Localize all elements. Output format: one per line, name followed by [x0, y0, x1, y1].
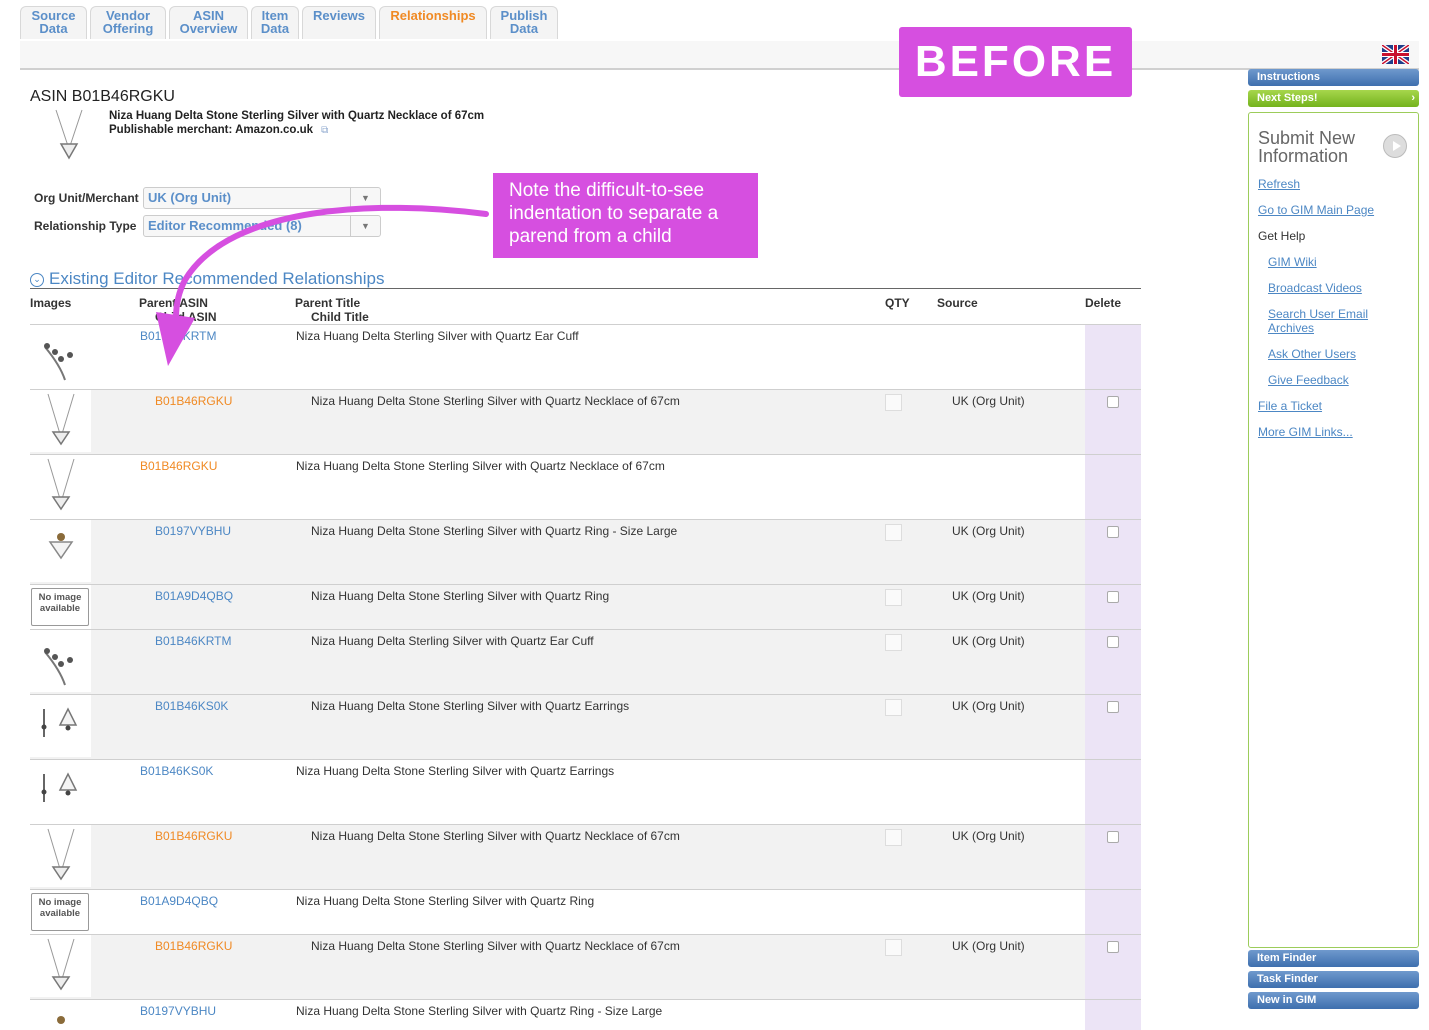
annotation-arrow-icon	[156, 204, 489, 366]
